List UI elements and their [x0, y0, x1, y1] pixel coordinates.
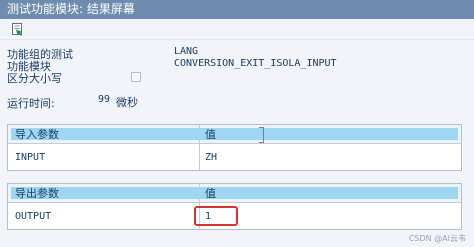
export-value-header: 值 [199, 184, 461, 202]
import-table-header: 导入参数 值 [8, 125, 461, 144]
function-group-value: LANG [174, 46, 199, 57]
output-highlight-box [194, 206, 238, 226]
import-param-name: INPUT [15, 151, 46, 163]
window-title: 测试功能模块: 结果屏幕 [0, 0, 474, 19]
runtime-label: 运行时间: [7, 97, 55, 110]
import-param-header: 导入参数 [15, 128, 59, 141]
runtime-value: 99 [98, 94, 111, 105]
import-param-value[interactable]: ZH [199, 144, 461, 170]
table-row: INPUT ZH [8, 144, 461, 170]
export-param-value[interactable]: 1 [199, 203, 461, 229]
export-table-header: 导出参数 值 [8, 184, 461, 203]
execute-icon[interactable] [11, 22, 24, 36]
import-parameters-table: 导入参数 值 INPUT ZH [7, 124, 462, 171]
toolbar [0, 19, 474, 40]
export-param-name: OUTPUT [15, 210, 52, 222]
case-sensitive-checkbox[interactable] [131, 72, 141, 82]
function-module-value: CONVERSION_EXIT_ISOLA_INPUT [174, 58, 337, 69]
watermark: CSDN @AI云韦 [408, 234, 466, 243]
export-param-header: 导出参数 [15, 187, 59, 200]
import-value-header: 值 [199, 125, 461, 143]
case-sensitive-label: 区分大小写 [7, 72, 62, 85]
runtime-unit: 微秒 [116, 96, 138, 109]
